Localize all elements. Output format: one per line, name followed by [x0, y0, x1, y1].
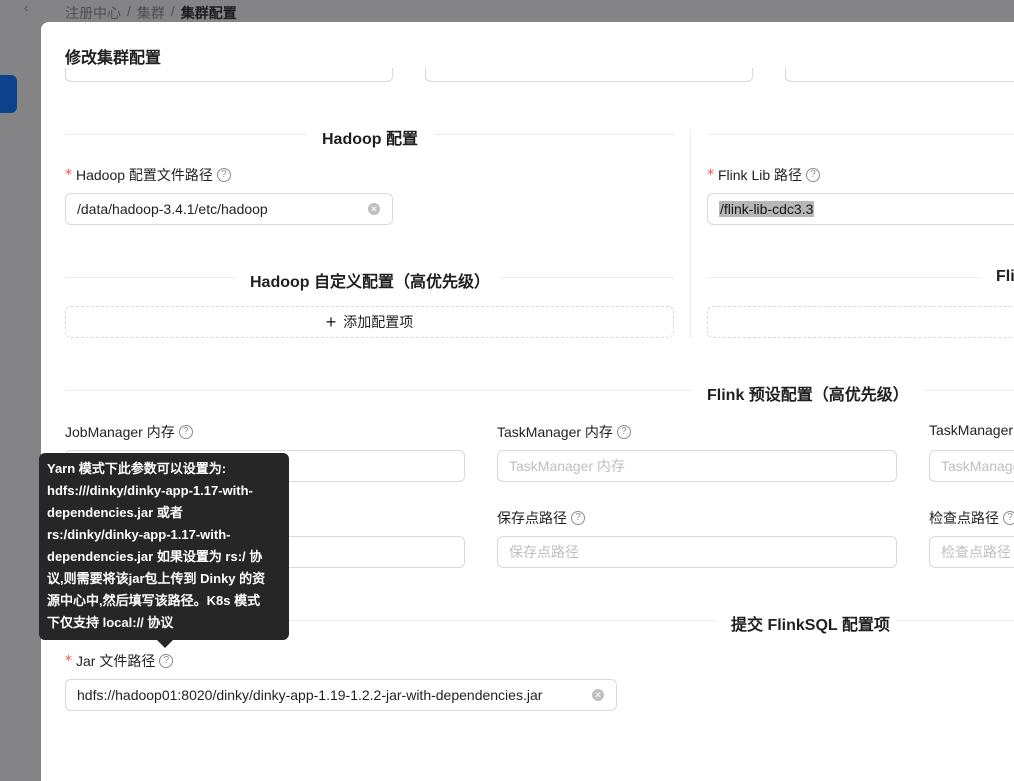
tooltip-line: rs:/dinky/dinky-app-1.17-with- — [47, 527, 231, 542]
tooltip-arrow — [157, 640, 173, 648]
tooltip-line: 源中心中,然后填写该路径。K8s 模式 — [47, 593, 261, 608]
savepoint-path-label: 保存点路径 ? — [497, 508, 585, 528]
hadoop-conf-path-input[interactable]: /data/hadoop-3.4.1/etc/hadoop ✕ — [65, 193, 393, 225]
clear-icon[interactable]: ✕ — [368, 203, 380, 215]
question-circle-icon[interactable]: ? — [571, 511, 585, 525]
hadoop-custom-config-title: Hadoop 自定义配置（高优先级） — [250, 274, 490, 291]
checkpoint-path-label: 检查点路径 ? — [929, 508, 1014, 528]
taskmanager-memory-label: TaskManager 内存 ? — [497, 422, 631, 442]
required-mark: * — [65, 653, 72, 669]
question-circle-icon[interactable]: ? — [216, 168, 231, 182]
flink-preset-section-title: Flink 预设配置（高优先级） — [707, 387, 909, 404]
add-flink-config-button[interactable] — [707, 306, 1014, 338]
divider — [65, 277, 235, 278]
question-circle-icon[interactable]: ? — [159, 654, 174, 668]
tooltip-line: 议,则需要将该jar包上传到 Dinky 的资 — [47, 571, 266, 586]
submit-flinksql-section-title: 提交 FlinkSQL 配置项 — [731, 617, 890, 634]
divider — [897, 620, 1014, 621]
clear-icon[interactable]: ✕ — [592, 689, 604, 701]
savepoint-path-input[interactable]: 保存点路径 — [497, 536, 897, 568]
flink-lib-path-label: * Flink Lib 路径 ? — [707, 165, 821, 185]
tooltip-line: dependencies.jar 如果设置为 rs:/ 协 — [47, 549, 263, 564]
question-circle-icon[interactable]: ? — [1003, 511, 1014, 525]
modal-header-bg — [41, 22, 1014, 68]
flink-lib-path-input[interactable]: /flink-lib-cdc3.3 ✕ — [707, 193, 1014, 225]
question-circle-icon[interactable]: ? — [806, 168, 821, 182]
required-mark: * — [707, 167, 714, 183]
hadoop-conf-path-label: * Hadoop 配置文件路径 ? — [65, 165, 231, 185]
question-circle-icon[interactable]: ? — [178, 425, 193, 439]
tooltip-line: Yarn 模式下此参数可以设置为: — [47, 461, 227, 476]
taskmanager-memory-input[interactable]: TaskManager 内存 — [497, 450, 897, 482]
tooltip-line: 下仅支持 local:// 协议 — [47, 615, 174, 630]
required-mark: * — [65, 167, 72, 183]
edit-cluster-config-modal: 修改集群配置 修改集群配置 Hadoop 配置 * Hadoop 配置文件路径 … — [41, 22, 1014, 781]
jar-path-label: * Jar 文件路径 ? — [65, 651, 174, 671]
divider — [65, 390, 693, 391]
jar-path-input[interactable]: hdfs://hadoop01:8020/dinky/dinky-app-1.1… — [65, 679, 617, 711]
plus-icon: + — [325, 312, 337, 332]
divider — [923, 390, 1014, 391]
taskmanager-slots-label: TaskManager — [929, 422, 1014, 438]
tooltip-line: dependencies.jar 或者 — [47, 505, 183, 520]
divider — [434, 134, 674, 135]
jobmanager-memory-label: JobManager 内存 ? — [65, 422, 193, 442]
column-divider — [690, 130, 691, 338]
flink-custom-config-title: Fli — [996, 268, 1014, 285]
divider — [65, 134, 307, 135]
tooltip-line: hdfs:///dinky/dinky-app-1.17-with- — [47, 483, 253, 498]
jar-path-tooltip: Yarn 模式下此参数可以设置为: hdfs:///dinky/dinky-ap… — [39, 453, 289, 640]
question-circle-icon[interactable]: ? — [616, 425, 631, 439]
divider — [501, 277, 674, 278]
taskmanager-slots-input[interactable]: TaskManage — [929, 450, 1014, 482]
modal-title-overlay: 修改集群配置 — [65, 50, 162, 67]
checkpoint-path-input[interactable]: 检查点路径 — [929, 536, 1014, 568]
divider — [707, 134, 1014, 135]
divider — [707, 277, 981, 278]
add-hadoop-config-button[interactable]: + 添加配置项 — [65, 306, 674, 338]
hadoop-section-title: Hadoop 配置 — [322, 131, 418, 148]
